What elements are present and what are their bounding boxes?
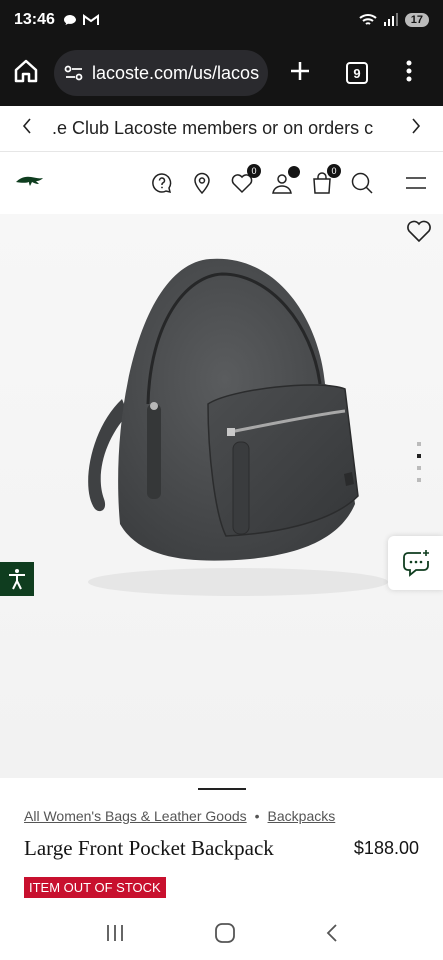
promo-next-icon[interactable] [397, 117, 443, 140]
status-right: 17 [359, 13, 429, 27]
stock-status-badge: ITEM OUT OF STOCK [24, 877, 166, 898]
signal-icon [383, 13, 398, 26]
product-price: $188.00 [353, 838, 419, 858]
carousel-dot-active[interactable] [417, 454, 421, 458]
wishlist-header-icon[interactable]: 0 [229, 164, 261, 196]
promo-prev-icon[interactable] [0, 117, 46, 140]
search-icon[interactable] [349, 170, 375, 196]
promo-text[interactable]: .e Club Lacoste members or on orders c [46, 118, 397, 139]
carousel-dot[interactable] [417, 478, 421, 482]
account-icon[interactable] [269, 166, 300, 196]
carousel-dot[interactable] [417, 442, 421, 446]
address-bar[interactable]: lacoste.com/us/lacos [54, 50, 268, 96]
site-settings-icon[interactable] [64, 64, 84, 82]
lacoste-logo-icon[interactable] [14, 173, 46, 194]
url-text: lacoste.com/us/lacos [92, 62, 260, 83]
accessibility-button[interactable] [0, 562, 34, 596]
product-image-carousel[interactable] [0, 214, 443, 778]
product-info-panel: All Women's Bags & Leather Goods • Backp… [0, 778, 443, 910]
new-tab-icon[interactable] [288, 59, 312, 88]
status-time: 13:46 [14, 11, 55, 28]
carousel-dots [417, 442, 421, 482]
drawer-handle[interactable] [198, 788, 246, 790]
status-bar: 13:46 17 [0, 0, 443, 40]
battery-indicator: 17 [404, 13, 429, 27]
accessibility-icon [9, 569, 25, 590]
tab-switcher-button[interactable]: 9 [346, 62, 368, 84]
breadcrumb-link-backpacks[interactable]: Backpacks [268, 808, 336, 824]
site-header: 0 0 [0, 152, 443, 214]
ai-chat-button[interactable] [388, 536, 443, 590]
cart-count-badge: 0 [327, 164, 341, 178]
message-icon [63, 15, 76, 25]
breadcrumb-link-womens-bags[interactable]: All Women's Bags & Leather Goods [24, 808, 247, 824]
breadcrumb: All Women's Bags & Leather Goods • Backp… [24, 808, 335, 824]
breadcrumb-separator: • [254, 808, 260, 824]
account-status-dot [288, 166, 300, 178]
carousel-dot[interactable] [417, 466, 421, 470]
wishlist-count-badge: 0 [247, 164, 261, 178]
product-title: Large Front Pocket Backpack [24, 836, 274, 860]
store-locator-icon[interactable] [189, 170, 215, 196]
home-nav-icon[interactable] [214, 922, 236, 949]
chat-sparkle-icon [402, 550, 429, 577]
browser-toolbar: lacoste.com/us/lacos 9 [0, 40, 443, 106]
home-icon[interactable] [12, 57, 40, 90]
notification-icons [63, 14, 99, 26]
back-nav-icon[interactable] [325, 923, 339, 948]
product-image [88, 258, 388, 596]
system-nav-bar [0, 910, 443, 960]
gmail-icon [82, 14, 99, 25]
help-chat-icon[interactable] [149, 170, 175, 196]
menu-icon[interactable] [403, 170, 429, 196]
recent-apps-icon[interactable] [105, 924, 125, 947]
more-menu-icon[interactable] [406, 60, 412, 87]
promo-banner: .e Club Lacoste members or on orders c [0, 106, 443, 152]
wifi-icon [359, 14, 377, 25]
cart-icon[interactable]: 0 [309, 164, 341, 196]
